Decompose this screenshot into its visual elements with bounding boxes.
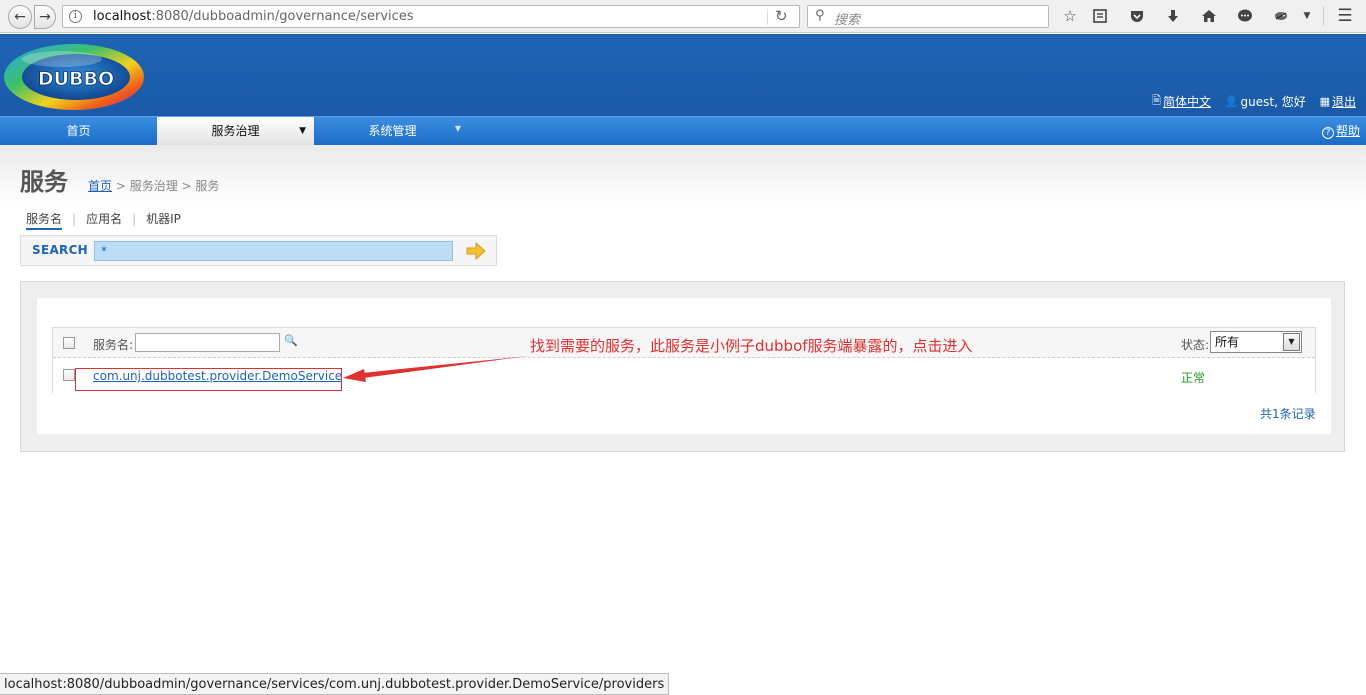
help-link[interactable]: 帮助 <box>1336 124 1360 138</box>
nav-system-management[interactable]: 系统管理 ▼ <box>314 117 471 145</box>
pocket-icon[interactable] <box>1127 6 1147 26</box>
browser-search-box[interactable]: ⚲ 搜索 <box>807 5 1049 28</box>
total-records[interactable]: 共1条记录 <box>1260 405 1316 422</box>
search-label: SEARCH <box>32 243 89 257</box>
breadcrumb-trail: > 服务治理 > 服务 <box>112 179 220 193</box>
home-icon[interactable] <box>1199 6 1219 26</box>
nav-home[interactable]: 首页 <box>0 117 157 145</box>
select-all-checkbox[interactable] <box>63 337 75 349</box>
download-icon[interactable] <box>1163 6 1183 26</box>
annotation-highlight-box <box>75 368 342 391</box>
tab-service-name[interactable]: 服务名 <box>26 210 63 230</box>
nav-service-governance[interactable]: 服务治理 ▼ <box>157 117 314 145</box>
arrow-right-icon <box>466 241 486 261</box>
dubbo-logo[interactable]: DUBBO <box>2 41 146 111</box>
language-link[interactable]: 简体中文 <box>1163 93 1211 110</box>
search-type-tabs: 服务名 | 应用名 | 机器IP <box>26 210 181 230</box>
search-icon: ⚲ <box>815 8 825 23</box>
results-content: 服务名: 🔍 状态: 所有 ▼ com.unj.dubbotest.provid… <box>37 298 1331 434</box>
reading-list-icon[interactable] <box>1090 6 1110 26</box>
browser-search-placeholder: 搜索 <box>834 13 861 28</box>
forward-icon[interactable]: → <box>34 5 56 29</box>
chat-icon[interactable] <box>1235 6 1255 26</box>
logo-text: DUBBO <box>38 68 114 90</box>
user-greeting: guest, 您好 <box>1240 95 1306 109</box>
service-name-filter-input[interactable] <box>135 333 280 352</box>
nav-service-governance-label: 服务治理 <box>211 124 260 138</box>
url-text[interactable]: localhost:8080/dubboadmin/governance/ser… <box>93 9 414 24</box>
logout-link[interactable]: 退出 <box>1332 93 1356 110</box>
search-panel: SEARCH * <box>20 235 497 266</box>
browser-toolbar: ← → i localhost:8080/dubboadmin/governan… <box>0 0 1366 33</box>
caret-down-icon: ▼ <box>454 124 461 133</box>
results-panel: 服务名: 🔍 状态: 所有 ▼ com.unj.dubbotest.provid… <box>20 281 1345 452</box>
status-filter-label: 状态: <box>1181 338 1210 352</box>
tab-application-name[interactable]: 应用名 <box>86 210 122 227</box>
address-bar[interactable]: i localhost:8080/dubboadmin/governance/s… <box>62 5 800 28</box>
chevron-down-icon[interactable]: ▼ <box>1297 6 1317 26</box>
reload-icon[interactable]: ↻ <box>775 7 788 25</box>
breadcrumb-home-link[interactable]: 首页 <box>88 179 112 193</box>
title-background <box>0 145 1366 205</box>
site-header: DUBBO 🗎 简体中文 👤 guest, 您好 ▦ 退出 <box>0 34 1366 116</box>
tab-divider: | <box>132 212 137 226</box>
url-path: :8080/dubboadmin/governance/services <box>151 9 414 24</box>
url-host: localhost <box>93 9 152 24</box>
status-filter-select[interactable]: 所有 ▼ <box>1210 331 1302 353</box>
document-icon: 🗎 <box>1152 94 1161 107</box>
status-badge: 正常 <box>1181 371 1206 385</box>
search-go-button[interactable] <box>465 241 487 261</box>
info-icon[interactable]: i <box>69 10 82 23</box>
toolbar-divider <box>1323 6 1324 26</box>
browser-status-bar: localhost:8080/dubboadmin/governance/ser… <box>0 673 670 695</box>
breadcrumb: 首页 > 服务治理 > 服务 <box>88 177 219 194</box>
user-icon: 👤 <box>1224 95 1239 108</box>
bookmark-star-icon[interactable]: ☆ <box>1060 6 1080 26</box>
chevron-down-icon[interactable]: ▼ <box>1283 333 1300 351</box>
menu-icon[interactable]: ☰ <box>1335 6 1355 26</box>
tab-machine-ip[interactable]: 机器IP <box>146 210 181 227</box>
nav-system-management-label: 系统管理 <box>368 124 417 138</box>
nav-help[interactable]: ? 帮助 <box>1321 117 1360 145</box>
logout-icon: ▦ <box>1319 95 1330 108</box>
search-input[interactable]: * <box>94 241 453 261</box>
status-selected-value: 所有 <box>1215 335 1240 349</box>
service-name-filter-label: 服务名: <box>93 338 134 352</box>
extension-icon[interactable] <box>1271 6 1291 26</box>
address-divider <box>767 9 768 25</box>
tab-divider: | <box>72 212 77 226</box>
header-links: 🗎 简体中文 👤 guest, 您好 ▦ 退出 <box>1152 92 1356 111</box>
row-checkbox[interactable] <box>63 369 75 381</box>
annotation-text: 找到需要的服务，此服务是小例子dubbof服务端暴露的，点击进入 <box>530 337 973 355</box>
back-icon[interactable]: ← <box>8 5 32 29</box>
help-icon: ? <box>1321 127 1334 139</box>
main-nav: 首页 服务治理 ▼ 系统管理 ▼ ? 帮助 <box>0 116 1366 145</box>
page-root: ← → i localhost:8080/dubboadmin/governan… <box>0 0 1366 695</box>
caret-down-icon: ▼ <box>299 126 306 136</box>
page-title: 服务 <box>20 168 68 196</box>
search-icon[interactable]: 🔍 <box>284 334 298 347</box>
